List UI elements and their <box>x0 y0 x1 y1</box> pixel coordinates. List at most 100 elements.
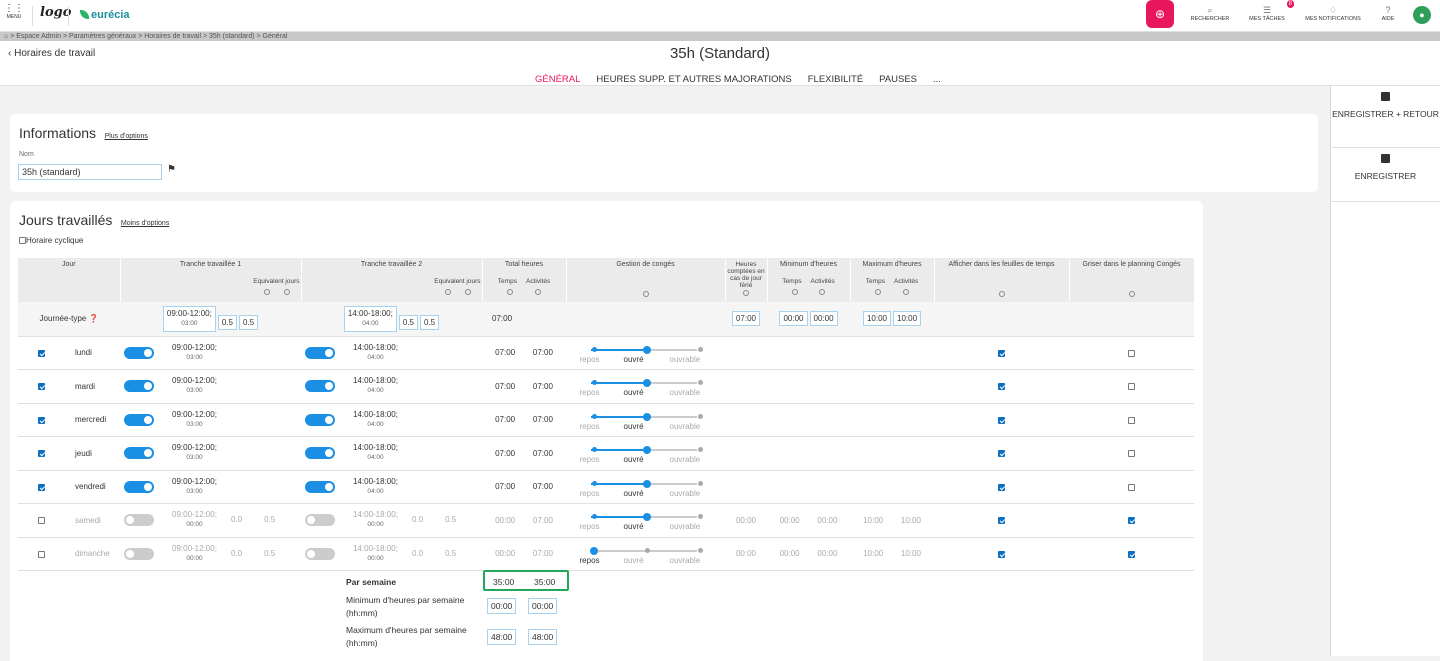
slider-handle[interactable] <box>642 479 651 488</box>
conges-slider[interactable]: repos ouvré ouvrable <box>580 474 711 500</box>
tranche2-slot[interactable]: 14:00-18:00; 04:00 <box>353 443 398 463</box>
tranche1-slot[interactable]: 09:00-12:00; 00:00 <box>172 544 217 564</box>
avatar[interactable]: ● <box>1413 6 1431 24</box>
notifications-button[interactable]: ♢ MES NOTIFICATIONS <box>1300 4 1366 22</box>
slider-handle[interactable] <box>642 345 651 354</box>
tranche2-slot[interactable]: 14:00-18:00; 04:00 <box>353 410 398 430</box>
griser-checkbox[interactable] <box>1128 349 1135 357</box>
day-checkbox[interactable] <box>38 416 45 424</box>
afficher-checkbox[interactable] <box>998 517 1005 525</box>
min-act-input[interactable]: 00:00 <box>809 311 838 327</box>
name-field[interactable]: 35h (standard) <box>18 164 162 180</box>
max-week-act-input[interactable]: 48:00 <box>528 629 558 645</box>
tranche1-slot[interactable]: 09:00-12:00; 03:00 <box>172 410 217 430</box>
slider-handle[interactable] <box>642 412 651 421</box>
tranche1-toggle[interactable] <box>124 547 154 560</box>
afficher-checkbox[interactable] <box>998 550 1005 558</box>
min-week-act-input[interactable]: 00:00 <box>528 598 558 614</box>
max-act-input[interactable]: 10:00 <box>893 311 922 327</box>
tab-heures-supp[interactable]: HEURES SUPP. ET AUTRES MAJORATIONS <box>596 74 791 85</box>
slider-handle[interactable] <box>642 446 651 455</box>
day-checkbox[interactable] <box>38 517 45 525</box>
conges-slider[interactable]: repos ouvré ouvrable <box>580 407 711 433</box>
tranche2-slot[interactable]: 14:00-18:00; 00:00 <box>353 544 398 564</box>
slider-handle[interactable] <box>589 546 598 555</box>
brand-logo[interactable]: eurécia <box>80 9 130 21</box>
tranche1-toggle[interactable] <box>124 380 154 393</box>
griser-checkbox[interactable] <box>1128 483 1135 491</box>
tranche1-toggle[interactable] <box>124 346 154 359</box>
min-temps-input[interactable]: 00:00 <box>779 311 808 327</box>
day-checkbox[interactable] <box>38 383 45 391</box>
help-button[interactable]: ? AIDE <box>1376 4 1400 22</box>
tranche1-slot[interactable]: 09:00-12:00; 03:00 <box>172 376 217 396</box>
max-temps-input[interactable]: 10:00 <box>862 311 891 327</box>
equiv-input[interactable]: 0.5 <box>398 314 418 330</box>
day-checkbox[interactable] <box>38 450 45 458</box>
tranche2-toggle[interactable] <box>305 547 335 560</box>
griser-checkbox[interactable] <box>1128 550 1135 558</box>
tranche2-slot[interactable]: 14:00-18:00; 00:00 <box>353 510 398 530</box>
tranche2-toggle[interactable] <box>305 480 335 493</box>
min-week-temps-input[interactable]: 00:00 <box>487 598 517 614</box>
tasks-button[interactable]: ☰ 8 MES TÂCHES <box>1246 0 1294 22</box>
day-checkbox[interactable] <box>38 349 45 357</box>
tab-flexibilite[interactable]: FLEXIBILITÉ <box>808 74 863 85</box>
tranche2-toggle[interactable] <box>305 380 335 393</box>
tranche2-input[interactable]: 14:00-18:00; 04:00 <box>343 305 397 332</box>
save-return-button[interactable]: ENREGISTRER + RETOUR <box>1331 86 1440 148</box>
back-link[interactable]: ‹ Horaires de travail <box>8 48 95 59</box>
save-button[interactable]: ENREGISTRER <box>1331 148 1440 202</box>
less-options-link[interactable]: Moins d'options <box>121 220 169 227</box>
tranche1-toggle[interactable] <box>124 480 154 493</box>
griser-checkbox[interactable] <box>1128 517 1135 525</box>
tranche1-slot[interactable]: 09:00-12:00; 00:00 <box>172 510 217 530</box>
more-options-link[interactable]: Plus d'options <box>105 133 148 140</box>
tab-pauses[interactable]: PAUSES <box>879 74 917 85</box>
conges-slider[interactable]: repos ouvré ouvrable <box>580 373 711 399</box>
tranche1-toggle[interactable] <box>124 413 154 426</box>
ferie-input[interactable]: 07:00 <box>731 311 761 327</box>
afficher-checkbox[interactable] <box>998 383 1005 391</box>
afficher-checkbox[interactable] <box>998 450 1005 458</box>
home-icon[interactable]: ⌂ <box>4 33 8 40</box>
slider-handle[interactable] <box>642 513 651 522</box>
conges-slider[interactable]: repos ouvré ouvrable <box>580 440 711 466</box>
create-button[interactable]: ⊕ <box>1146 0 1174 28</box>
afficher-checkbox[interactable] <box>998 416 1005 424</box>
tranche2-slot[interactable]: 14:00-18:00; 04:00 <box>353 477 398 497</box>
cyclic-checkbox[interactable]: Horaire cyclique <box>19 236 83 245</box>
afficher-checkbox[interactable] <box>998 483 1005 491</box>
equiv-input[interactable]: 0.5 <box>419 314 440 330</box>
tranche2-slot[interactable]: 14:00-18:00; 04:00 <box>353 343 398 363</box>
flag-icon[interactable]: ⚑ <box>167 164 176 175</box>
griser-checkbox[interactable] <box>1128 416 1135 424</box>
tranche2-toggle[interactable] <box>305 514 335 527</box>
day-checkbox[interactable] <box>38 550 45 558</box>
tranche1-input[interactable]: 09:00-12:00; 03:00 <box>162 305 216 332</box>
tranche2-toggle[interactable] <box>305 413 335 426</box>
menu-button[interactable]: ⋮⋮ MENU <box>4 4 24 21</box>
tranche2-toggle[interactable] <box>305 447 335 460</box>
help-icon[interactable]: ❓ <box>88 314 98 323</box>
day-checkbox[interactable] <box>38 483 45 491</box>
tranche1-slot[interactable]: 09:00-12:00; 03:00 <box>172 443 217 463</box>
tranche1-toggle[interactable] <box>124 514 154 527</box>
tranche1-slot[interactable]: 09:00-12:00; 03:00 <box>172 477 217 497</box>
tranche2-slot[interactable]: 14:00-18:00; 04:00 <box>353 376 398 396</box>
conges-slider[interactable]: repos ouvré ouvrable <box>580 507 711 533</box>
conges-slider[interactable]: repos ouvré ouvrable <box>580 340 711 366</box>
tab-more[interactable]: ... <box>933 74 941 85</box>
tranche1-slot[interactable]: 09:00-12:00; 03:00 <box>172 343 217 363</box>
search-button[interactable]: ⌕ RECHERCHER <box>1190 4 1230 22</box>
tranche1-toggle[interactable] <box>124 447 154 460</box>
slider-handle[interactable] <box>642 379 651 388</box>
equiv-input[interactable]: 0.5 <box>238 314 259 330</box>
tranche2-toggle[interactable] <box>305 346 335 359</box>
tab-general[interactable]: GÉNÉRAL <box>535 74 580 85</box>
conges-slider[interactable]: repos ouvré ouvrable <box>580 541 711 567</box>
afficher-checkbox[interactable] <box>998 349 1005 357</box>
equiv-input[interactable]: 0.5 <box>217 314 237 330</box>
max-week-temps-input[interactable]: 48:00 <box>487 629 517 645</box>
checkbox[interactable] <box>19 237 26 245</box>
